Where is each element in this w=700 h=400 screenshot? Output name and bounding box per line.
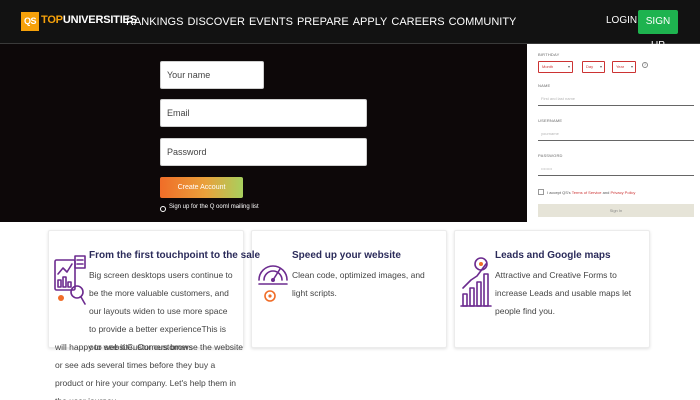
terms-link[interactable]: Terms of Service [572,190,602,195]
terms-and: and [602,190,610,195]
nav-links: RANKINGS DISCOVER EVENTS PREPARE APPLY C… [126,15,516,29]
card-body-touchpoint-overflow: will happy to see it.Customers browse th… [55,342,244,400]
card-body-speed: Clean code, optimized images, and light … [292,270,425,298]
email-input[interactable]: Email [160,99,367,127]
password-input[interactable]: Password [160,138,367,166]
nav-careers[interactable]: CAREERS [391,15,444,29]
mailing-list-label: Sign up for the Q ooml mailing list [169,204,259,210]
chevron-down-icon: ▾ [599,64,602,69]
side-password-label: PASSWORD [538,153,563,158]
side-password-input[interactable]: •••••••• [538,162,694,176]
username-label: USERNAME [538,118,563,123]
nav-community[interactable]: COMMUNITY [449,15,517,29]
year-select-value: Year [616,64,625,69]
name-input[interactable]: Your name [160,61,264,89]
logo-badge[interactable]: QS [21,12,39,31]
full-name-input[interactable]: First and last name [538,92,694,106]
day-select[interactable]: Day ▾ [582,61,605,73]
nav-rankings[interactable]: RANKINGS [126,15,183,29]
speedometer-icon [258,265,288,302]
page: QS TOPUNIVERSITIES RANKINGS DISCOVER EVE… [0,0,700,400]
logo-wordmark[interactable]: TOPUNIVERSITIES [41,14,137,26]
nav-prepare[interactable]: PREPARE [297,15,349,29]
day-select-value: Day [586,64,594,69]
signup-button[interactable]: SIGN UP [638,10,678,51]
birthday-label: BIRTHDAY [538,52,560,57]
chevron-down-icon: ▾ [630,64,633,69]
create-account-button[interactable]: Create Account [160,177,243,198]
login-link[interactable]: LOGIN [606,15,637,26]
month-select[interactable]: Month ▾ [538,61,573,73]
card-title-leads: Leads and Google maps [495,250,611,261]
month-select-value: Month [542,64,554,69]
year-select[interactable]: Year ▾ [612,61,636,73]
terms-checkbox[interactable] [538,189,544,195]
terms-prefix: I accept QS's [547,190,571,195]
analytics-icon [54,255,86,305]
card-title-touchpoint: From the first touchpoint to the sale [89,250,261,261]
top-navbar: QS TOPUNIVERSITIES RANKINGS DISCOVER EVE… [0,0,700,51]
nav-apply[interactable]: APPLY [353,15,388,29]
mailing-list-radio[interactable] [160,206,166,212]
side-submit-button[interactable]: Sign In [538,204,694,217]
terms-text: I accept QS's Terms of Service and Priva… [547,190,635,195]
nav-events[interactable]: EVENTS [249,15,293,29]
growth-chart-icon [460,257,492,307]
info-icon[interactable]: ? [642,62,648,68]
name-label: NAME [538,83,551,88]
nav-discover[interactable]: DISCOVER [187,15,244,29]
logo-accent-text: TOP [41,14,63,26]
username-input[interactable]: yourname [538,127,694,141]
card-body-leads: Attractive and Creative Forms to increas… [495,270,632,316]
privacy-link[interactable]: Privacy Policy [610,190,635,195]
chevron-down-icon: ▾ [567,64,570,69]
card-title-speed: Speed up your website [292,250,401,261]
